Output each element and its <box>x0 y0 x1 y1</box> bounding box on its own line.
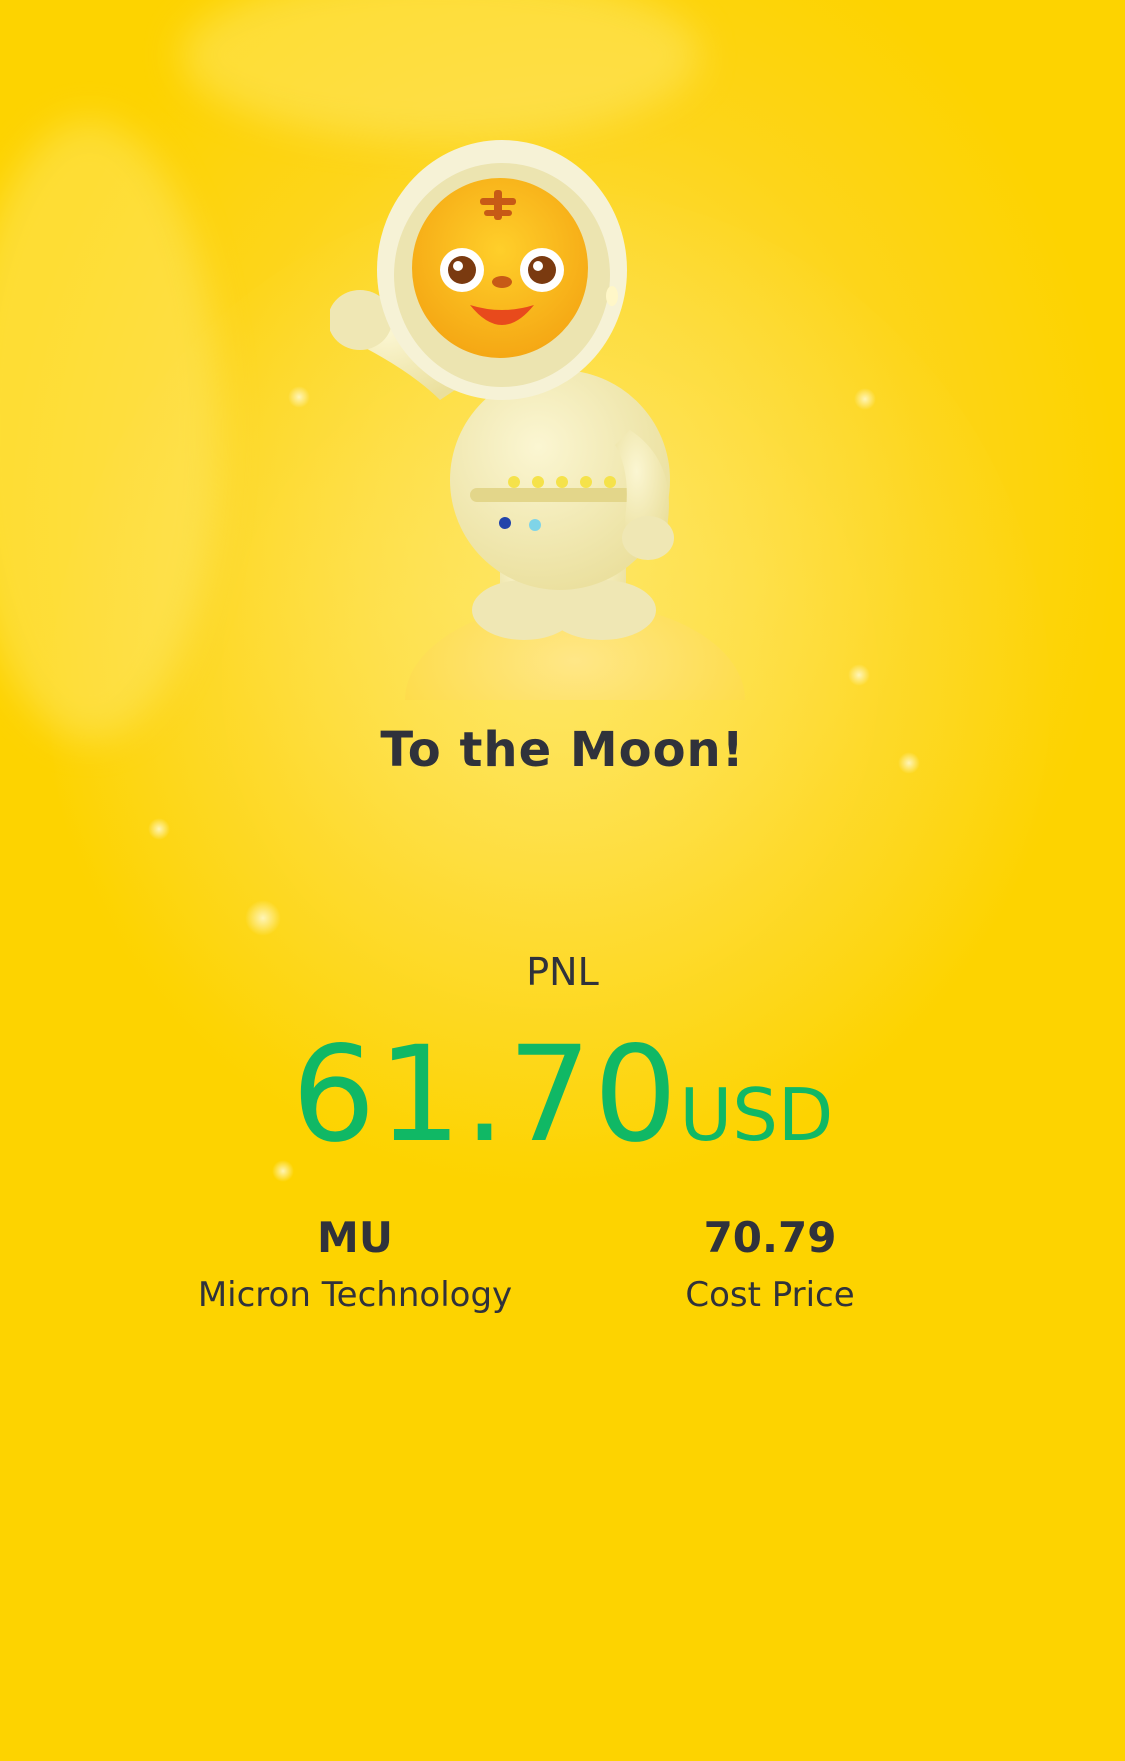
sparkle <box>245 900 281 936</box>
cost-info: 70.79 Cost Price <box>570 1212 970 1316</box>
stock-name: Micron Technology <box>197 1275 513 1315</box>
stock-symbol: MU <box>317 1213 393 1262</box>
sparkle <box>148 818 170 840</box>
cost-price-value: 70.79 <box>703 1213 837 1262</box>
sparkle <box>288 386 310 408</box>
pnl-value: 61.70USD <box>0 1018 1125 1172</box>
tiger-astronaut-mascot <box>330 140 745 700</box>
sparkle <box>848 664 870 686</box>
cost-price-label: Cost Price <box>685 1275 855 1315</box>
stock-info: MU Micron Technology <box>155 1212 555 1316</box>
pnl-amount: 61.70 <box>291 1018 680 1172</box>
share-card: To the Moon! PNL 61.70USD MU Micron Tech… <box>0 0 1125 1761</box>
pnl-label: PNL <box>526 950 599 994</box>
smoke-wisp-top <box>180 0 700 140</box>
card-title: To the Moon! <box>380 722 745 778</box>
pnl-currency: USD <box>679 1073 834 1157</box>
sparkle <box>854 388 876 410</box>
